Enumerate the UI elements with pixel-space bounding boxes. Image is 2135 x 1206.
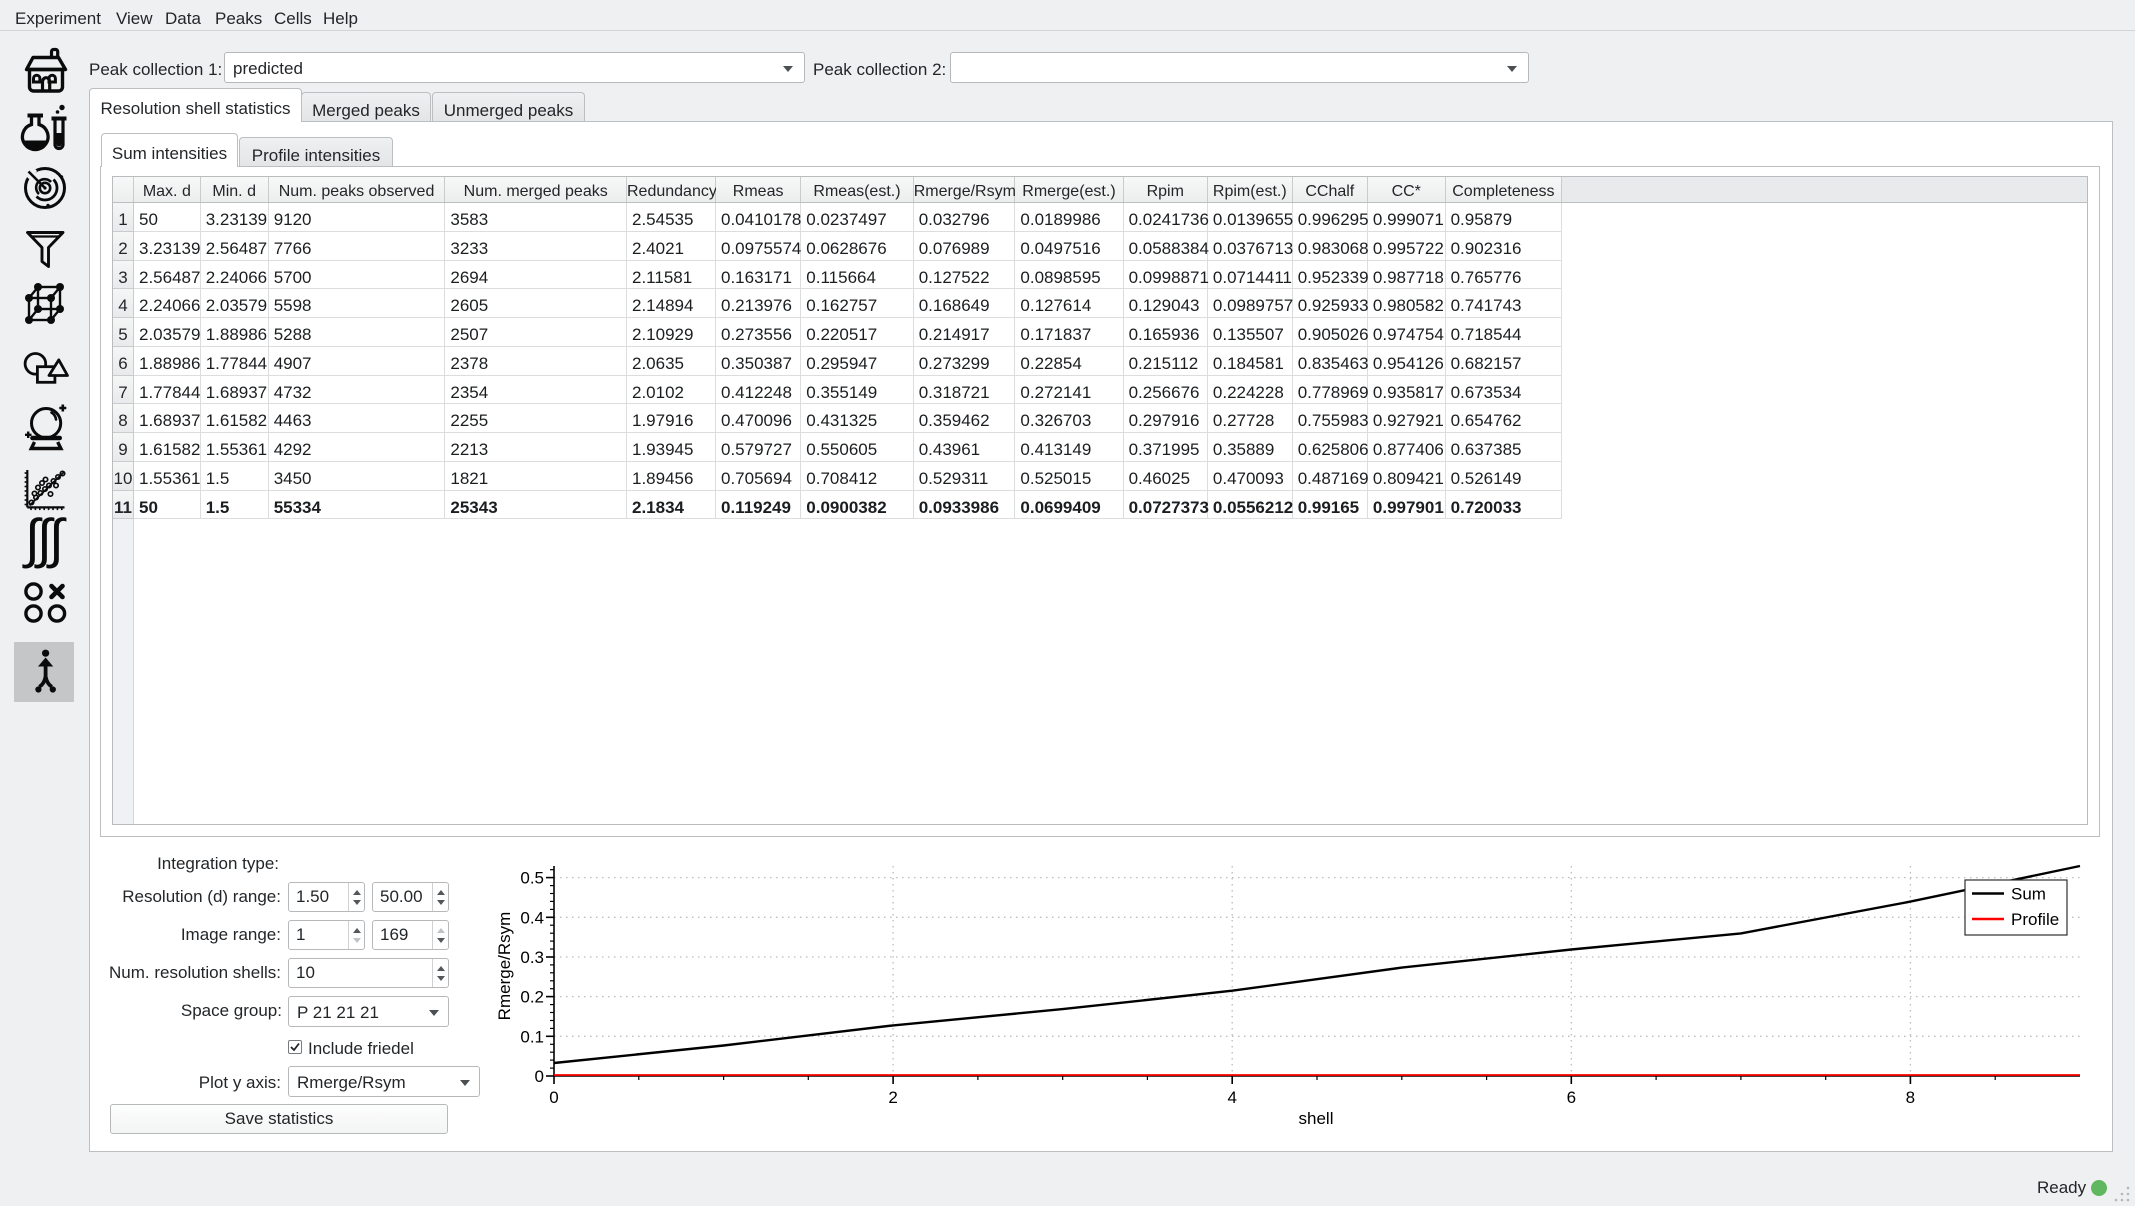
- svg-text:Profile: Profile: [2011, 910, 2059, 929]
- svg-text:∫: ∫: [46, 511, 67, 569]
- svg-text:Rmerge/Rsym: Rmerge/Rsym: [495, 912, 514, 1021]
- svg-text:6: 6: [1567, 1088, 1576, 1107]
- svg-text:0: 0: [535, 1067, 544, 1086]
- svg-text:shell: shell: [1299, 1109, 1334, 1128]
- svg-text:0.2: 0.2: [520, 988, 544, 1007]
- svg-text:0.4: 0.4: [520, 908, 544, 927]
- svg-text:2: 2: [888, 1088, 897, 1107]
- svg-text:0.5: 0.5: [520, 869, 544, 888]
- svg-text:0.1: 0.1: [520, 1027, 544, 1046]
- svg-text:Sum: Sum: [2011, 885, 2046, 904]
- svg-text:0: 0: [549, 1088, 558, 1107]
- svg-text:4: 4: [1227, 1088, 1236, 1107]
- svg-text:8: 8: [1906, 1088, 1915, 1107]
- svg-text:0.3: 0.3: [520, 948, 544, 967]
